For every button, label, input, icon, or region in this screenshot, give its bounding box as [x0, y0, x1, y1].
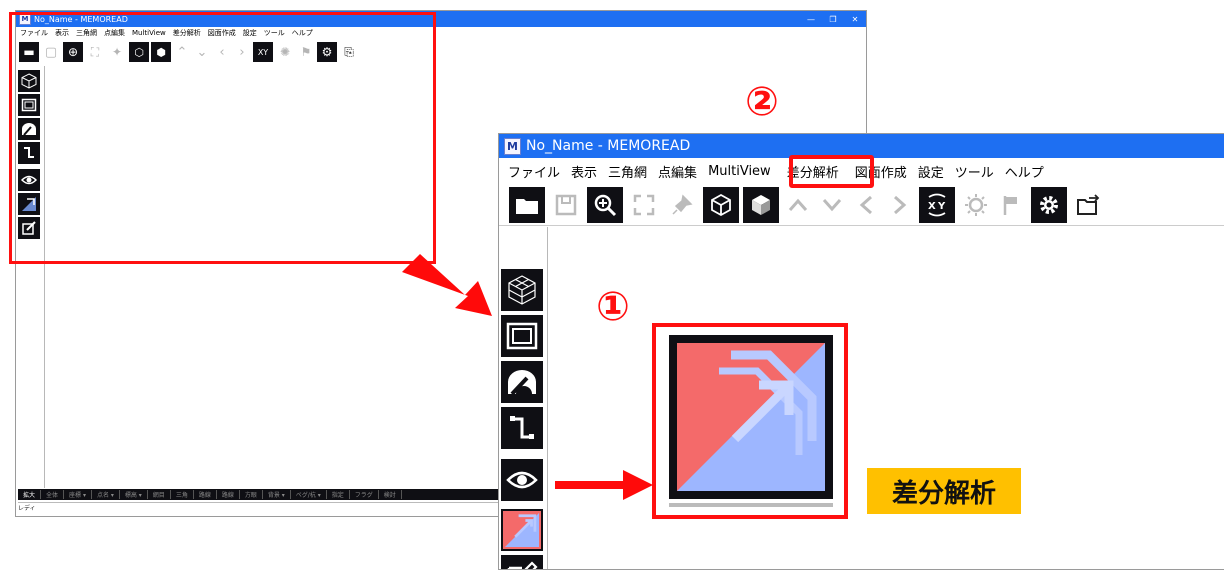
magnified-icon-callout [652, 323, 848, 519]
status-point-name[interactable]: 点名 ▾ [92, 490, 120, 499]
large-app-window: M No_Name - MEMOREAD ファイル 表示 三角網 点編集 Mul… [498, 133, 1224, 570]
pointer-arrow-icon [555, 470, 653, 500]
status-elevation[interactable]: 標高 ▾ [120, 490, 148, 499]
marker-2: ② [745, 79, 779, 125]
menu-tools-large[interactable]: ツール [955, 162, 994, 181]
feature-label: 差分解析 [867, 468, 1021, 514]
chevron-down-icon-large[interactable] [817, 187, 847, 223]
gear-icon-large[interactable] [1031, 187, 1067, 223]
status-coord[interactable]: 座標 ▾ [64, 490, 92, 499]
status-route-1[interactable]: 路線 [194, 490, 217, 499]
big-arrow-icon [402, 254, 492, 316]
open-folder-icon-large[interactable] [509, 187, 545, 223]
menu-view-large[interactable]: 表示 [571, 162, 597, 181]
close-icon[interactable]: ✕ [844, 15, 866, 24]
export-icon-large[interactable] [1071, 187, 1105, 223]
chevron-right-icon-large[interactable] [885, 187, 915, 223]
large-window-title: No_Name - MEMOREAD [526, 138, 691, 154]
edit-icon-large[interactable] [501, 555, 543, 569]
status-background[interactable]: 背景 ▾ [263, 490, 291, 499]
status-zoom[interactable]: 拡大 [18, 490, 42, 499]
status-grid[interactable]: 方眼 [240, 490, 263, 499]
menu-multiview-large[interactable]: MultiView [708, 164, 771, 179]
frame-icon-large[interactable] [501, 315, 543, 357]
status-mesh[interactable]: 網目 [148, 490, 171, 499]
cube-wire-icon-large[interactable] [703, 187, 739, 223]
large-sidebar [499, 227, 548, 569]
status-flag[interactable]: フラグ [350, 490, 379, 499]
flag-icon-large[interactable] [997, 187, 1027, 223]
route-icon-large[interactable] [501, 407, 543, 449]
menu-help-large[interactable]: ヘルプ [1005, 162, 1044, 181]
magnified-diff-analysis-icon [669, 335, 833, 499]
menu-point-edit-large[interactable]: 点編集 [658, 162, 697, 181]
large-app-logo: M [504, 137, 521, 155]
fit-all-icon-large[interactable] [627, 187, 661, 223]
eye-icon-large[interactable] [501, 459, 543, 501]
menu-tin-large[interactable]: 三角網 [608, 162, 647, 181]
menu-settings-large[interactable]: 設定 [918, 162, 944, 181]
svg-text:X: X [928, 201, 936, 212]
pin-icon-large[interactable] [665, 187, 699, 223]
chevron-left-icon-large[interactable] [851, 187, 881, 223]
chevron-up-icon-large[interactable] [783, 187, 813, 223]
small-window-highlight [9, 12, 436, 264]
save-icon-large[interactable] [549, 187, 583, 223]
diff-analysis-icon-large[interactable] [501, 509, 543, 551]
status-all[interactable]: 全体 [41, 490, 65, 499]
mesh-cube-icon-large[interactable] [501, 269, 543, 311]
marker-1: ① [596, 284, 630, 330]
status-peg[interactable]: ペグ/杭 ▾ [291, 490, 327, 499]
menu-file-large[interactable]: ファイル [508, 162, 560, 181]
tunnel-icon-large[interactable] [501, 361, 543, 403]
large-toolbar: XY [499, 185, 1224, 226]
status-review[interactable]: 検討 [379, 490, 402, 499]
status-specify[interactable]: 指定 [327, 490, 350, 499]
status-triangle[interactable]: 三角 [171, 490, 194, 499]
sun-icon-large[interactable] [959, 187, 993, 223]
menu-highlight-box [789, 155, 874, 188]
restore-icon[interactable]: ❐ [822, 15, 844, 24]
zoom-in-icon-large[interactable] [587, 187, 623, 223]
status-ready: レディ [18, 505, 36, 512]
minimize-icon[interactable]: — [800, 15, 822, 24]
status-route-2[interactable]: 路線 [217, 490, 240, 499]
svg-text:Y: Y [937, 201, 946, 212]
xy-swap-icon-large[interactable]: XY [919, 187, 955, 223]
cube-solid-icon-large[interactable] [743, 187, 779, 223]
